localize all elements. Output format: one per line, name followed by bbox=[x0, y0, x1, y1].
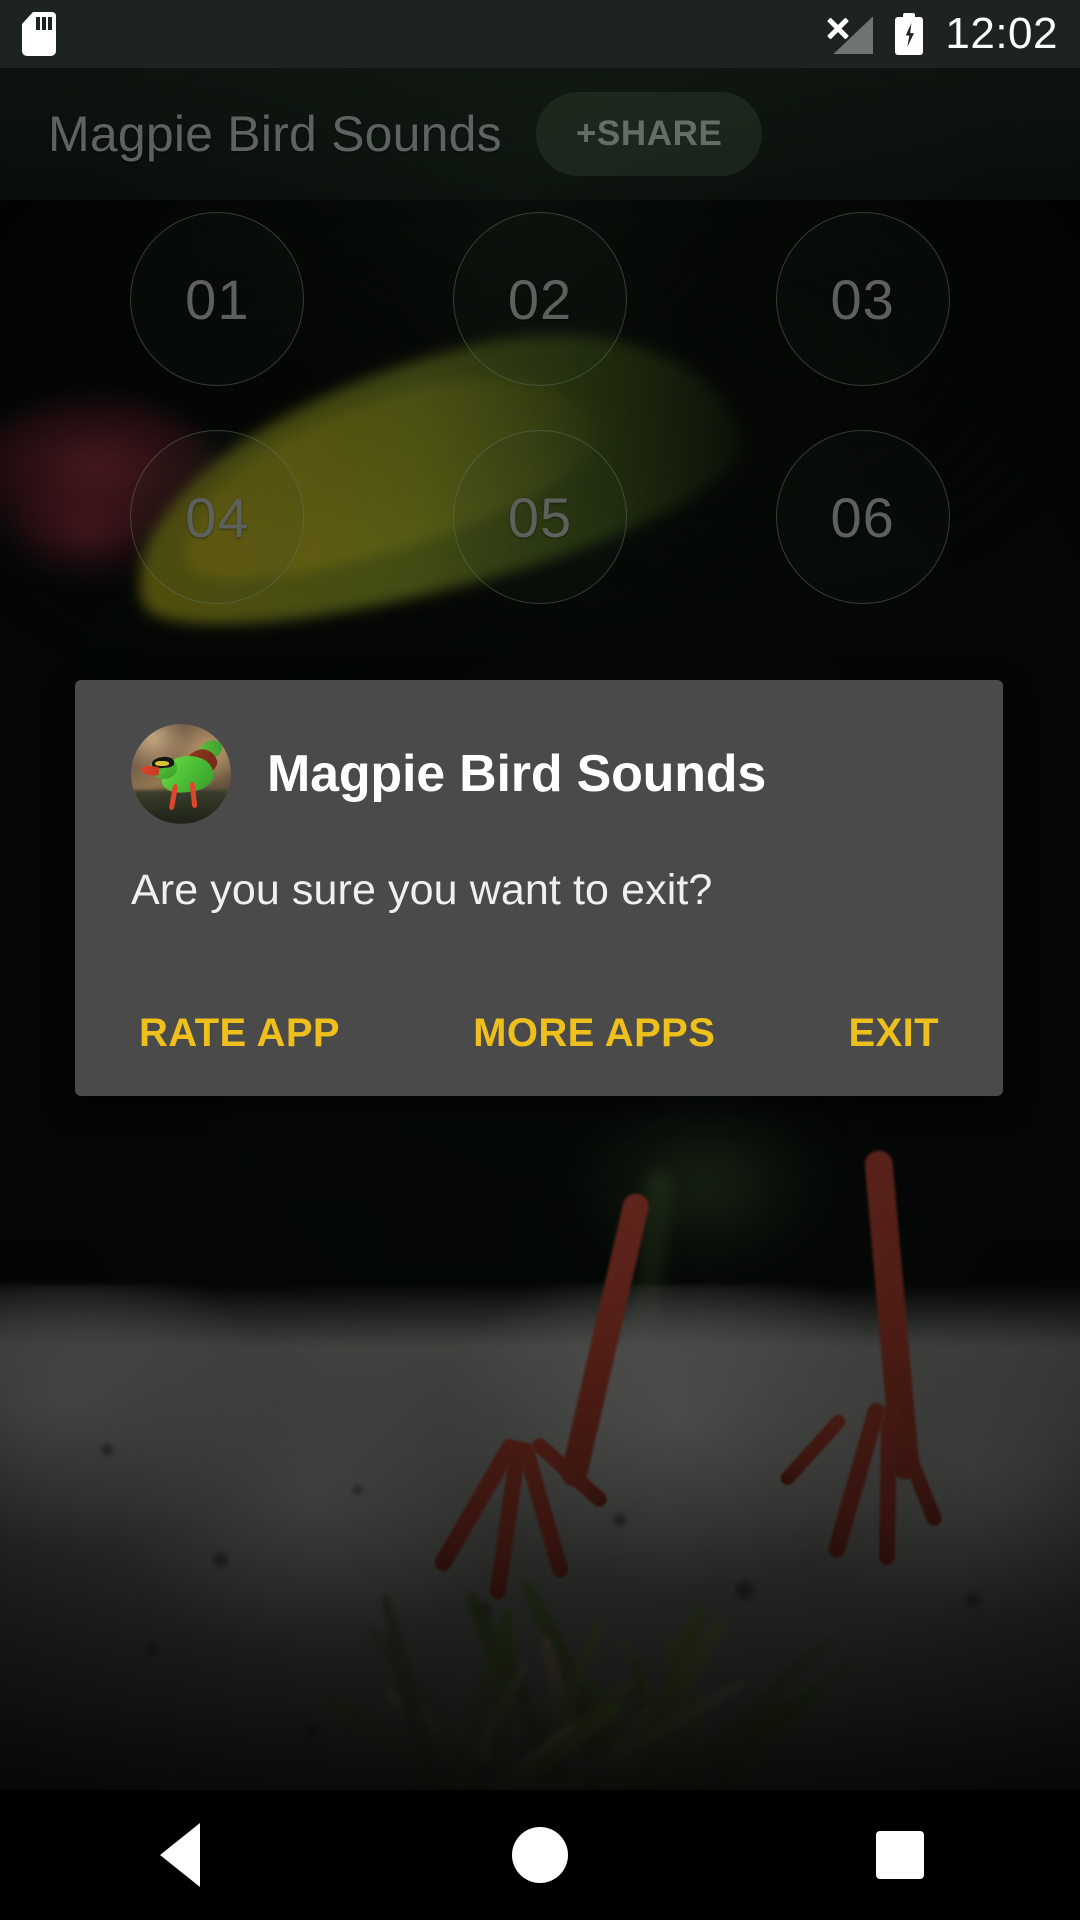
app-screen: 12:02 Magpie Bird Sounds +SHARE 01 02 03… bbox=[0, 0, 1080, 1920]
exit-button[interactable]: EXIT bbox=[848, 1011, 939, 1056]
app-icon-magpie bbox=[131, 724, 231, 824]
battery-charging-icon bbox=[895, 13, 923, 55]
nav-recents-button[interactable] bbox=[820, 1790, 980, 1920]
sd-card-icon bbox=[22, 12, 56, 56]
back-triangle-icon bbox=[160, 1823, 200, 1887]
status-bar-clock: 12:02 bbox=[945, 12, 1058, 56]
dialog-title: Magpie Bird Sounds bbox=[267, 744, 766, 804]
status-bar-right: 12:02 bbox=[827, 12, 1058, 56]
dialog-actions: RATE APP MORE APPS EXIT bbox=[131, 1011, 947, 1056]
more-apps-button[interactable]: MORE APPS bbox=[473, 1011, 715, 1056]
no-signal-icon bbox=[827, 14, 873, 54]
android-navigation-bar bbox=[0, 1790, 1080, 1920]
nav-home-button[interactable] bbox=[460, 1790, 620, 1920]
exit-confirmation-dialog: Magpie Bird Sounds Are you sure you want… bbox=[75, 680, 1003, 1096]
home-circle-icon bbox=[512, 1827, 568, 1883]
rate-app-button[interactable]: RATE APP bbox=[139, 1011, 340, 1056]
recents-square-icon bbox=[876, 1831, 924, 1879]
dialog-header: Magpie Bird Sounds bbox=[131, 724, 947, 824]
status-bar-left bbox=[22, 12, 56, 56]
status-bar: 12:02 bbox=[0, 0, 1080, 68]
nav-back-button[interactable] bbox=[100, 1790, 260, 1920]
dialog-message: Are you sure you want to exit? bbox=[131, 866, 947, 915]
